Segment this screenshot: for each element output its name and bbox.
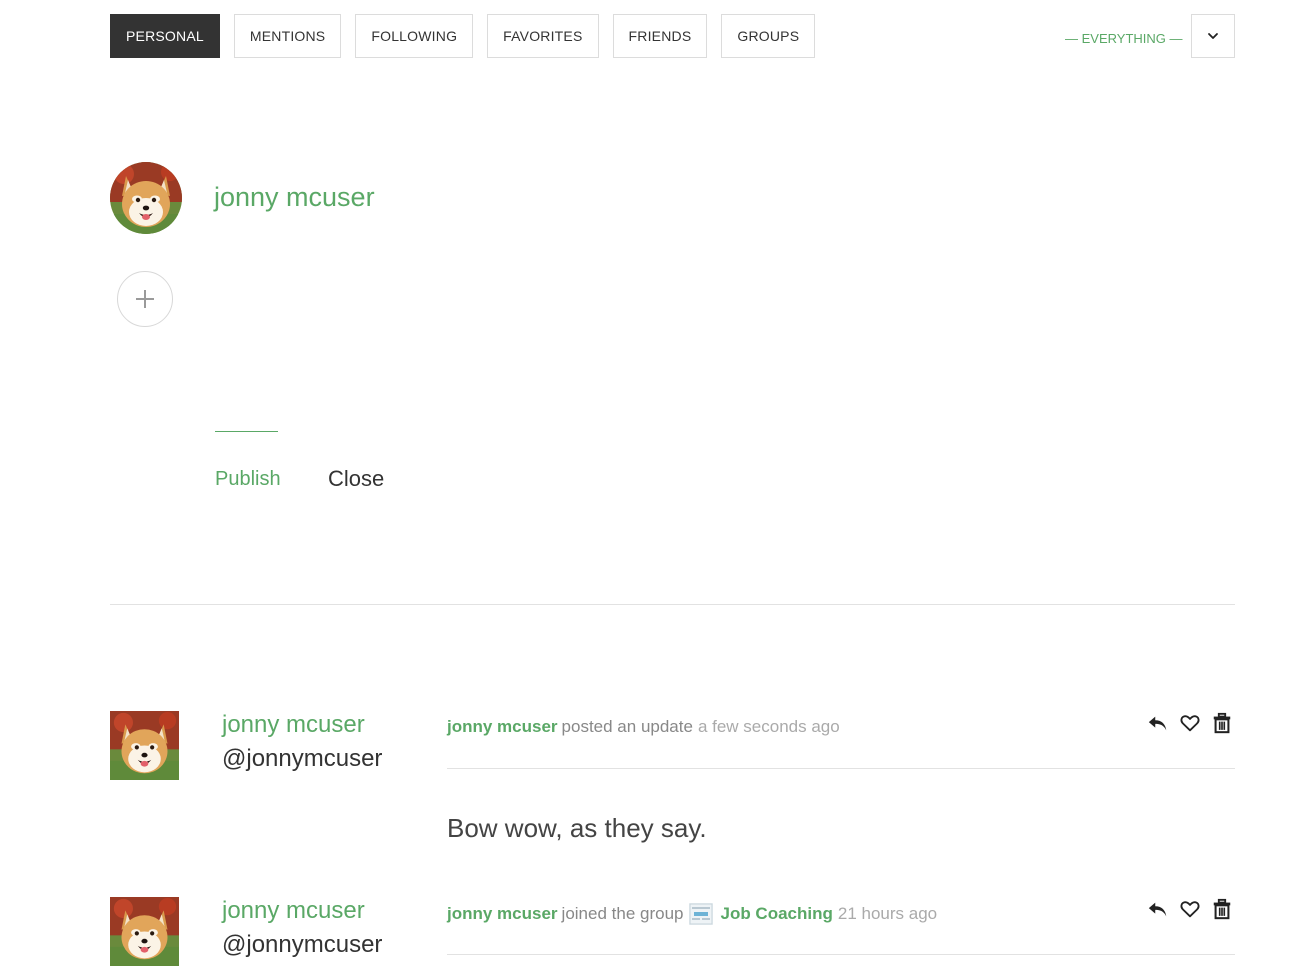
activity-content: Bow wow, as they say. <box>447 813 707 843</box>
group-avatar-icon[interactable] <box>689 903 714 925</box>
activity-page: PERSONAL MENTIONS FOLLOWING FAVORITES FR… <box>0 0 1290 973</box>
publish-button[interactable]: Publish <box>215 468 281 491</box>
activity-actions <box>1145 897 1235 921</box>
activity-action-text: posted an update <box>561 717 693 736</box>
chevron-down-icon <box>1208 33 1218 39</box>
user-avatar[interactable] <box>110 897 179 966</box>
publish-underline <box>215 431 278 432</box>
tab-groups[interactable]: GROUPS <box>721 14 816 58</box>
tab-following[interactable]: FOLLOWING <box>355 14 474 58</box>
activity-meta: jonny mcuser joined the group Job Coachi… <box>447 903 937 925</box>
user-handle: @jonnymcuser <box>222 931 383 958</box>
user-name-link[interactable]: jonny mcuser <box>222 897 365 925</box>
activity-timestamp[interactable]: 21 hours ago <box>838 904 937 924</box>
close-button[interactable]: Close <box>328 466 384 492</box>
tab-personal[interactable]: PERSONAL <box>110 14 220 58</box>
activity-action-text: joined the group <box>561 904 684 923</box>
tab-favorites[interactable]: FAVORITES <box>487 14 599 58</box>
composer-avatar <box>110 162 182 234</box>
actor-link[interactable]: jonny mcuser <box>447 717 558 737</box>
meta-divider <box>447 768 1235 769</box>
reply-icon[interactable] <box>1145 711 1171 735</box>
activity-timestamp[interactable]: a few seconds ago <box>698 717 840 737</box>
filter-dropdown-button[interactable] <box>1191 14 1235 58</box>
activity-tabs: PERSONAL MENTIONS FOLLOWING FAVORITES FR… <box>110 14 816 58</box>
trash-icon[interactable] <box>1209 711 1235 735</box>
tab-friends[interactable]: FRIENDS <box>612 14 708 58</box>
composer-user-name[interactable]: jonny mcuser <box>214 182 375 213</box>
group-link[interactable]: Job Coaching <box>720 904 832 924</box>
activity-meta: jonny mcuser posted an update a few seco… <box>447 717 840 737</box>
tab-mentions[interactable]: MENTIONS <box>233 14 342 58</box>
reply-icon[interactable] <box>1145 897 1171 921</box>
actor-link[interactable]: jonny mcuser <box>447 904 558 924</box>
add-attachment-button[interactable] <box>117 271 173 327</box>
user-name-link[interactable]: jonny mcuser <box>222 711 365 739</box>
heart-icon[interactable] <box>1177 897 1203 921</box>
user-handle: @jonnymcuser <box>222 745 383 772</box>
plus-icon <box>136 290 154 308</box>
filter-label[interactable]: — EVERYTHING — <box>1065 31 1183 46</box>
activity-item: jonny mcuser @jonnymcuser jonny mcuser p… <box>110 711 1235 851</box>
activity-actions <box>1145 711 1235 735</box>
section-divider <box>110 604 1235 605</box>
trash-icon[interactable] <box>1209 897 1235 921</box>
heart-icon[interactable] <box>1177 711 1203 735</box>
user-avatar[interactable] <box>110 711 179 780</box>
meta-divider <box>447 954 1235 955</box>
activity-item: jonny mcuser @jonnymcuser jonny mcuser j… <box>110 897 1235 973</box>
